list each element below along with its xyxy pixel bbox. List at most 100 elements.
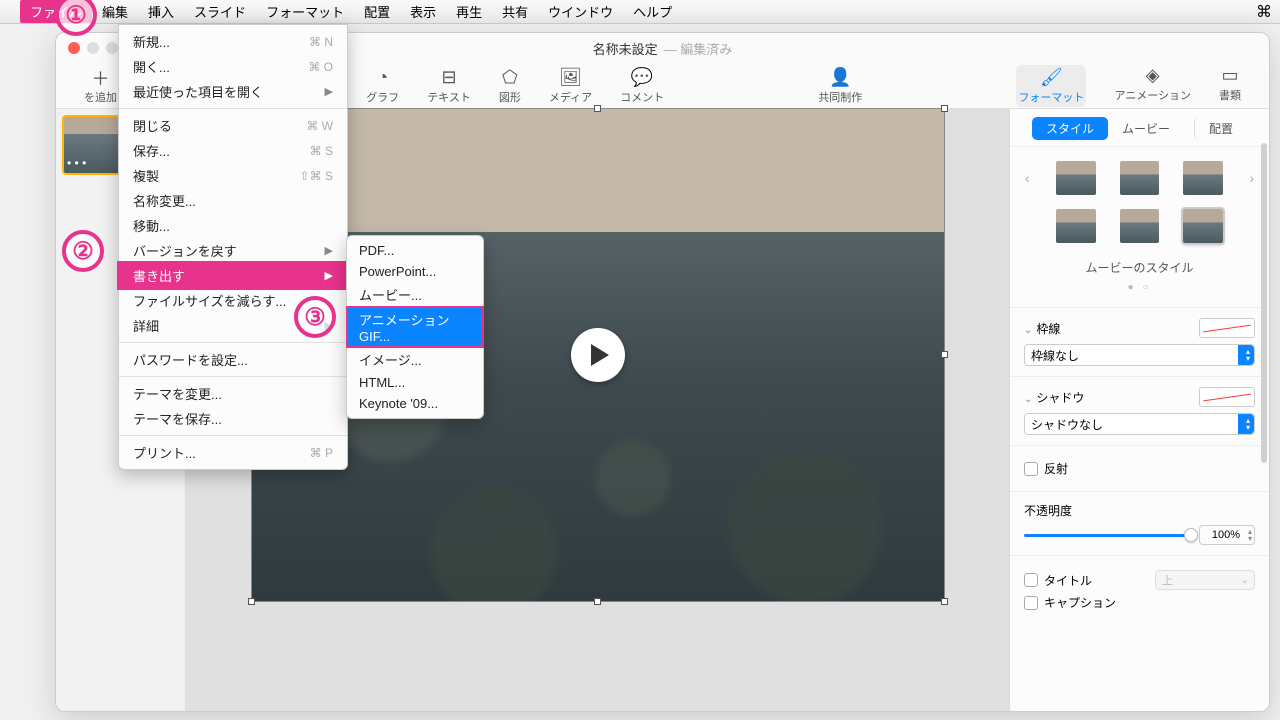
plus-icon: ＋	[92, 67, 110, 89]
title-checkbox[interactable]	[1024, 573, 1038, 587]
menu-edit[interactable]: 編集	[92, 0, 138, 23]
tb-animate[interactable]: ◈アニメーション	[1114, 65, 1191, 107]
file-menu-dropdown: 新規...⌘ N 開く...⌘ O 最近使った項目を開く▶ 閉じる⌘ W 保存.…	[118, 24, 348, 470]
tb-collab[interactable]: 👤共同制作	[818, 67, 862, 105]
chart-icon: ◔	[377, 67, 388, 89]
section-title-caption: タイトル 上 キャプション	[1010, 555, 1269, 625]
text-icon: ⊟	[441, 67, 456, 89]
inspector-panel: スタイル ムービー 配置 ‹ › ム	[1009, 109, 1269, 711]
window-subtitle: — 編集済み	[664, 39, 733, 58]
export-powerpoint[interactable]: PowerPoint...	[347, 261, 483, 282]
menu-format[interactable]: フォーマット	[256, 0, 354, 23]
reflect-checkbox[interactable]	[1024, 462, 1038, 476]
shadow-swatch[interactable]	[1199, 387, 1255, 407]
export-pdf[interactable]: PDF...	[347, 240, 483, 261]
movie-play-button[interactable]	[571, 328, 625, 382]
style-next[interactable]: ›	[1247, 170, 1257, 186]
menubar: ファイル 編集 挿入 スライド フォーマット 配置 表示 再生 共有 ウインドウ…	[0, 0, 1280, 24]
annotation-2: ②	[62, 230, 104, 272]
opacity-label: 不透明度	[1024, 502, 1255, 519]
menu-slide[interactable]: スライド	[184, 0, 256, 23]
menu-help[interactable]: ヘルプ	[623, 0, 682, 23]
menu-new[interactable]: 新規...⌘ N	[119, 29, 347, 54]
export-submenu: PDF... PowerPoint... ムービー... アニメーションGIF.…	[346, 235, 484, 419]
section-opacity: 不透明度 100%▴▾	[1010, 491, 1269, 555]
collab-icon: 👤	[829, 67, 851, 89]
menu-move[interactable]: 移動...	[119, 213, 347, 238]
inspector-scrollbar[interactable]	[1261, 143, 1267, 463]
tb-chart[interactable]: ◔グラフ	[366, 67, 399, 105]
tb-doc[interactable]: ▭書類	[1219, 65, 1241, 107]
style-prev[interactable]: ‹	[1022, 170, 1032, 186]
opacity-slider[interactable]	[1024, 534, 1191, 537]
comment-icon: 💬	[631, 67, 653, 89]
section-reflect: 反射	[1010, 445, 1269, 491]
caption-checkbox[interactable]	[1024, 596, 1038, 610]
menubar-right-icon[interactable]: ⌘	[1256, 2, 1272, 22]
menu-close[interactable]: 閉じる⌘ W	[119, 113, 347, 138]
annotation-3: ③	[294, 296, 336, 338]
export-keynote09[interactable]: Keynote '09...	[347, 393, 483, 414]
tab-movie[interactable]: ムービー	[1108, 117, 1184, 140]
menu-print[interactable]: プリント...⌘ P	[119, 440, 347, 465]
menu-view[interactable]: 表示	[400, 0, 446, 23]
style-thumb-1[interactable]	[1056, 161, 1095, 195]
caption-label: キャプション	[1044, 594, 1116, 611]
menu-export[interactable]: 書き出す▶	[119, 263, 347, 288]
tab-style[interactable]: スタイル	[1032, 117, 1108, 140]
border-select[interactable]: 枠線なし▴▾	[1024, 344, 1255, 366]
tb-text[interactable]: ⊟テキスト	[427, 67, 471, 105]
chevron-down-icon[interactable]: ⌄	[1024, 325, 1032, 336]
menu-save[interactable]: 保存...⌘ S	[119, 138, 347, 163]
tb-shape[interactable]: ⬠図形	[499, 67, 521, 105]
slide-dots: • • •	[67, 156, 86, 170]
slide-number: 1	[55, 137, 57, 151]
export-animated-gif[interactable]: アニメーションGIF...	[347, 307, 483, 347]
menu-window[interactable]: ウインドウ	[538, 0, 623, 23]
style-thumb-5[interactable]	[1120, 209, 1159, 243]
title-position-select[interactable]: 上	[1155, 570, 1255, 590]
menu-rename[interactable]: 名称変更...	[119, 188, 347, 213]
export-html[interactable]: HTML...	[347, 372, 483, 393]
doc-icon: ▭	[1221, 65, 1238, 87]
export-movie[interactable]: ムービー...	[347, 282, 483, 307]
diamond-icon: ◈	[1146, 65, 1160, 87]
menu-arrange[interactable]: 配置	[354, 0, 400, 23]
menu-insert[interactable]: 挿入	[138, 0, 184, 23]
menu-save-theme[interactable]: テーマを保存...	[119, 406, 347, 431]
menu-revert[interactable]: バージョンを戻す▶	[119, 238, 347, 263]
traffic-lights[interactable]	[68, 42, 118, 54]
tb-add-slide[interactable]: ＋を追加	[84, 67, 117, 105]
style-thumbnails: ‹ › ムービーのスタイル ● ○	[1010, 147, 1269, 307]
media-icon: 🖼	[559, 67, 582, 89]
export-image[interactable]: イメージ...	[347, 347, 483, 372]
tb-comment[interactable]: 💬コメント	[620, 67, 664, 105]
chevron-down-icon[interactable]: ⌄	[1024, 394, 1032, 405]
title-label: タイトル	[1044, 572, 1092, 589]
border-swatch[interactable]	[1199, 318, 1255, 338]
shadow-select[interactable]: シャドウなし▴▾	[1024, 413, 1255, 435]
menu-change-theme[interactable]: テーマを変更...	[119, 381, 347, 406]
menu-open[interactable]: 開く...⌘ O	[119, 54, 347, 79]
style-label: ムービーのスタイル	[1022, 257, 1257, 282]
menu-duplicate[interactable]: 複製⇧⌘ S	[119, 163, 347, 188]
tb-media[interactable]: 🖼メディア	[549, 67, 592, 105]
style-thumb-3[interactable]	[1183, 161, 1222, 195]
tb-format[interactable]: 🖌フォーマット	[1016, 65, 1086, 107]
style-thumb-6[interactable]	[1183, 209, 1222, 243]
window-title: 名称未設定	[593, 39, 658, 58]
brush-icon: 🖌	[1040, 67, 1063, 89]
style-thumb-2[interactable]	[1120, 161, 1159, 195]
menu-share[interactable]: 共有	[492, 0, 538, 23]
reflect-label: 反射	[1044, 460, 1068, 477]
menu-recent[interactable]: 最近使った項目を開く▶	[119, 79, 347, 104]
menu-play[interactable]: 再生	[446, 0, 492, 23]
inspector-tabs: スタイル ムービー 配置	[1010, 109, 1269, 147]
style-thumb-4[interactable]	[1056, 209, 1095, 243]
shadow-label: シャドウ	[1036, 391, 1084, 405]
opacity-value[interactable]: 100%▴▾	[1199, 525, 1255, 545]
menu-password[interactable]: パスワードを設定...	[119, 347, 347, 372]
tab-arrange[interactable]: 配置	[1194, 117, 1247, 140]
style-page-dots[interactable]: ● ○	[1022, 282, 1257, 301]
section-shadow: ⌄ シャドウ シャドウなし▴▾	[1010, 376, 1269, 445]
